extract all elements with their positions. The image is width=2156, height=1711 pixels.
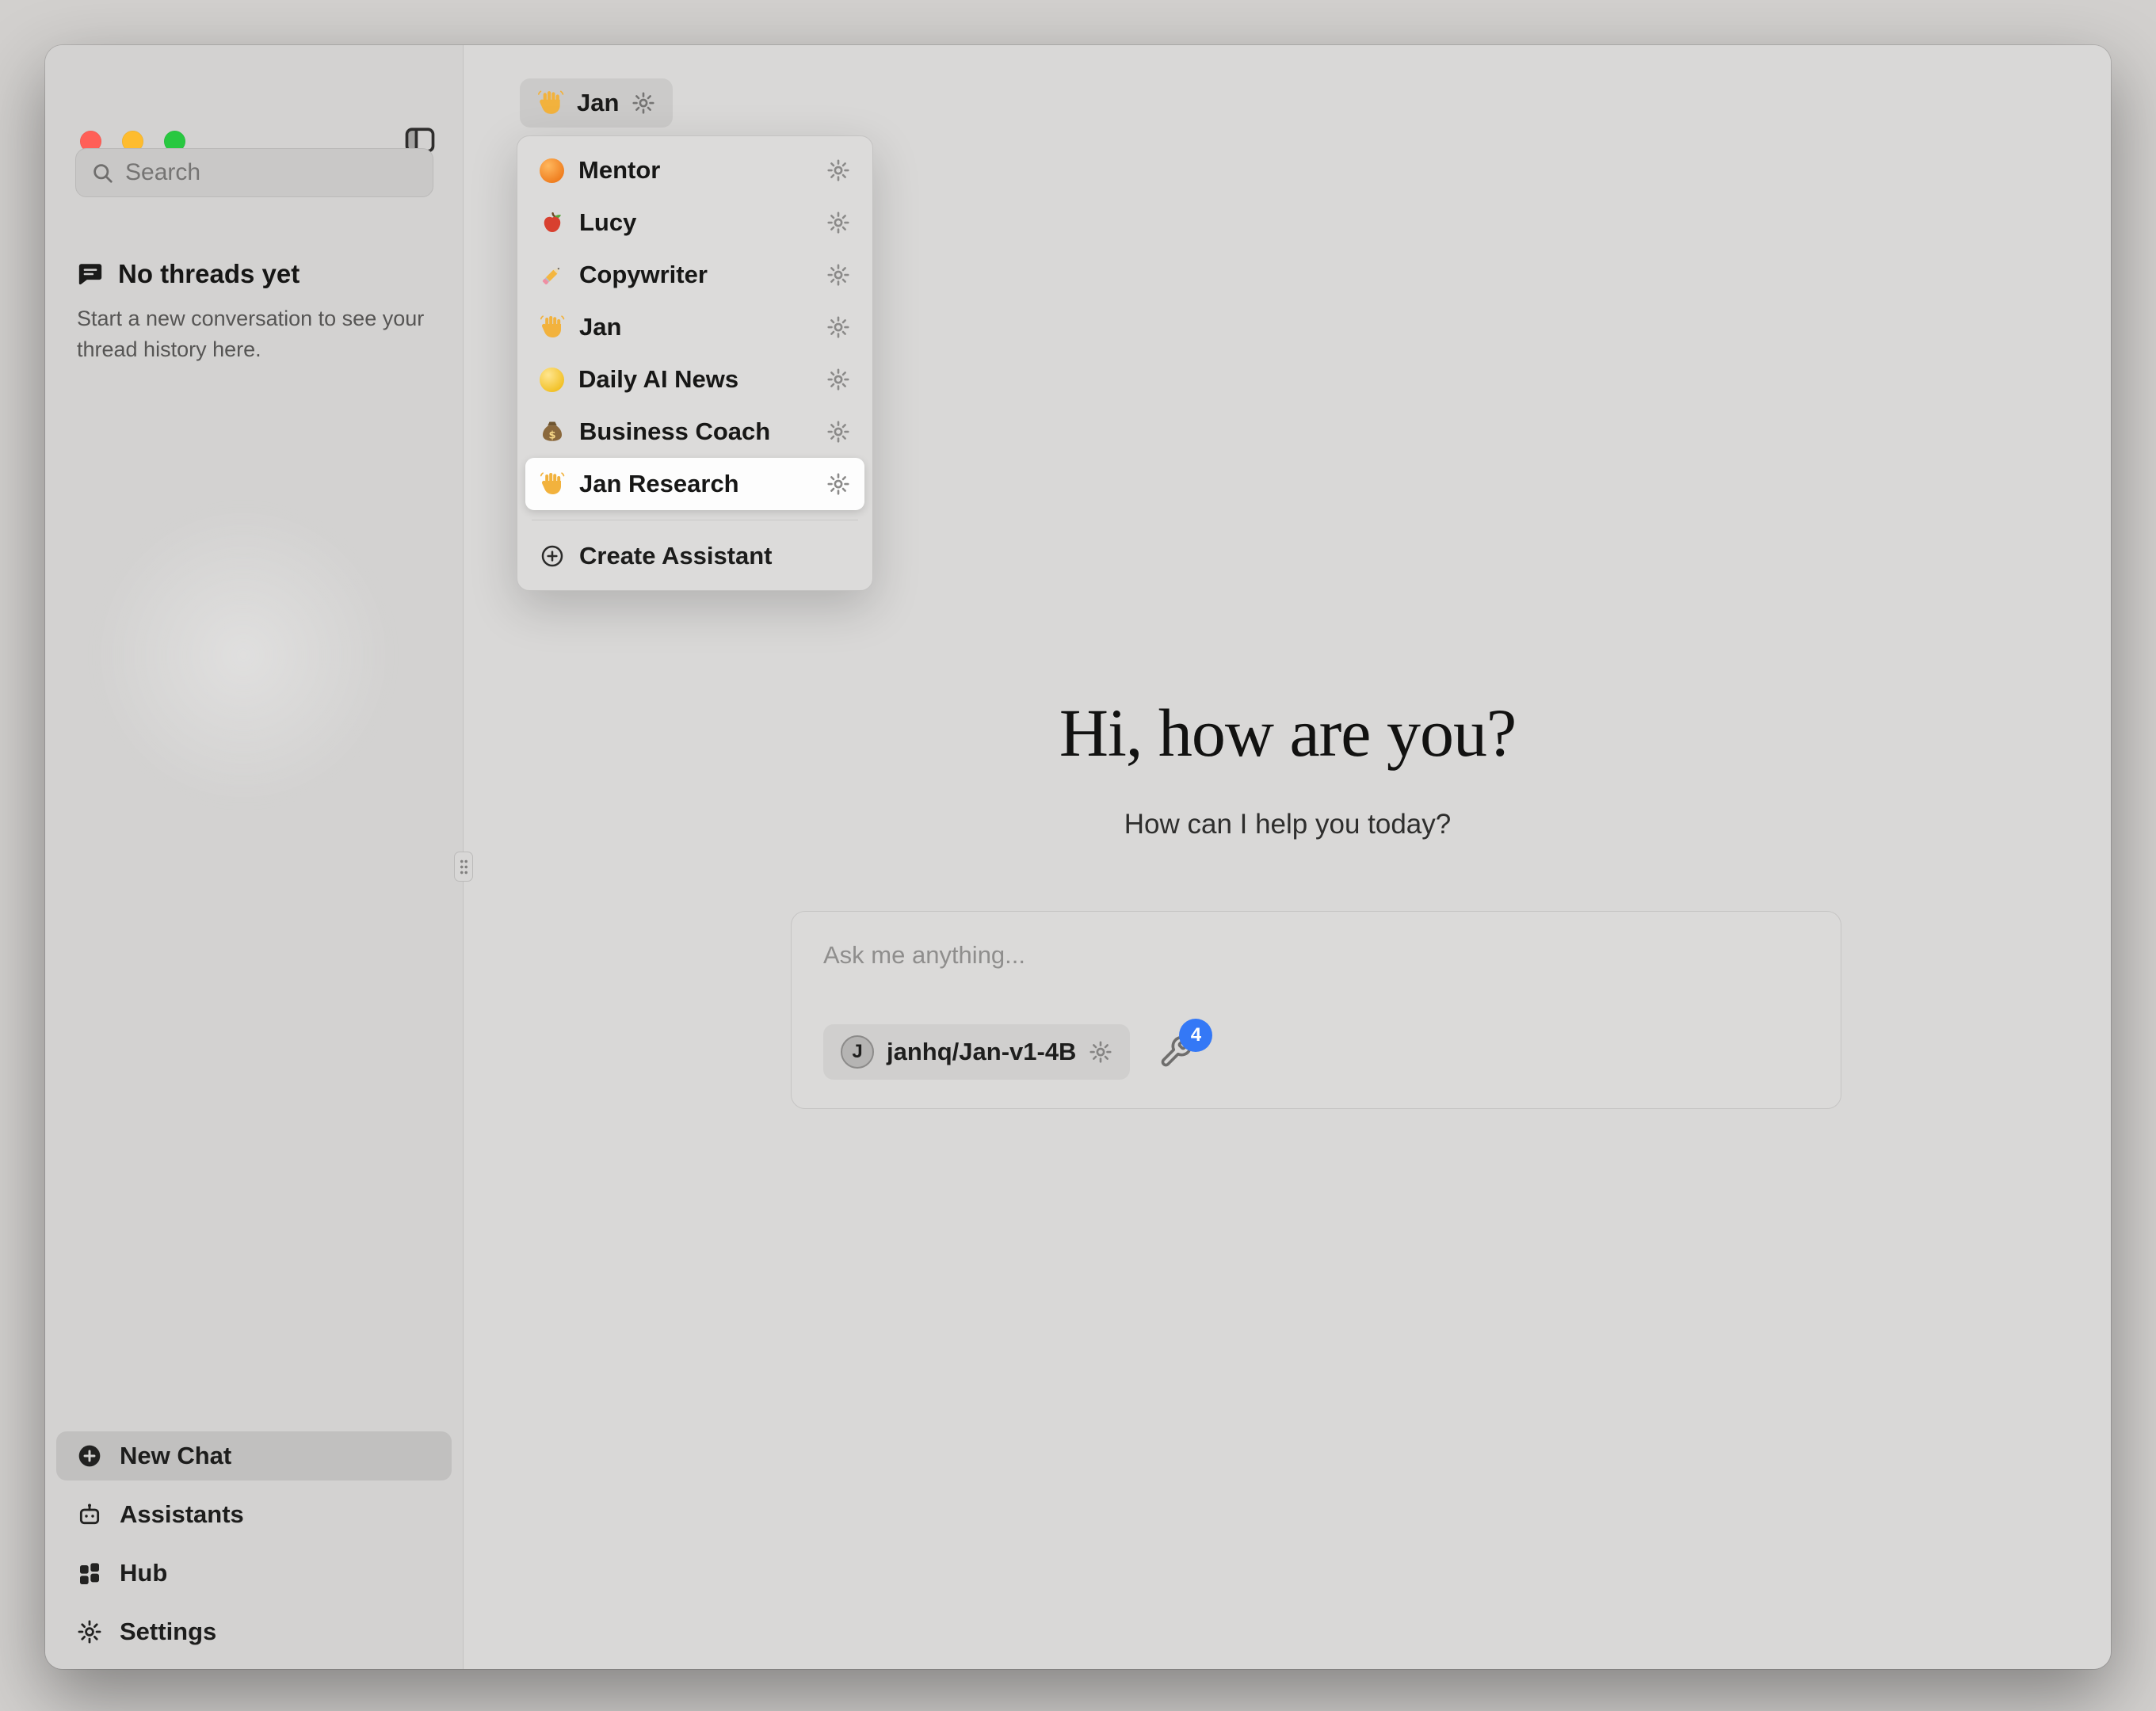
app-window: No threads yet Start a new conversation …: [45, 45, 2111, 1669]
assistant-bot-icon: [77, 1502, 102, 1527]
sidebar-item-hub[interactable]: Hub: [56, 1549, 452, 1598]
plus-circle-outline-icon: [540, 543, 565, 569]
gear-icon[interactable]: [632, 91, 655, 115]
wave-icon: [540, 471, 565, 497]
create-assistant-button[interactable]: Create Assistant: [525, 530, 864, 582]
gear-icon[interactable]: [826, 472, 850, 496]
greeting-block: Hi, how are you? How can I help you toda…: [464, 693, 2111, 840]
assistant-selector-button[interactable]: Jan: [520, 78, 673, 128]
plus-circle-icon: [77, 1443, 102, 1469]
hub-grid-icon: [77, 1560, 102, 1586]
gear-icon[interactable]: [826, 315, 850, 339]
model-avatar: J: [841, 1035, 874, 1069]
gear-icon[interactable]: [826, 263, 850, 287]
main-area: Jan Mentor Lucy Copywriter: [464, 45, 2111, 1669]
menu-item-label: Copywriter: [579, 261, 708, 289]
search-field: [75, 148, 433, 197]
sidebar-item-label: Hub: [120, 1559, 167, 1587]
assistant-menu-item-copywriter[interactable]: Copywriter: [525, 249, 864, 301]
sidebar-item-settings[interactable]: Settings: [56, 1607, 452, 1656]
threads-empty-state: No threads yet Start a new conversation …: [77, 259, 425, 365]
tools-button[interactable]: 4: [1157, 1033, 1195, 1071]
menu-item-label: Daily AI News: [578, 365, 738, 394]
assistant-menu-item-daily-ai-news[interactable]: Daily AI News: [525, 353, 864, 406]
apple-icon: [540, 210, 565, 235]
assistant-menu-item-business-coach[interactable]: Business Coach: [525, 406, 864, 458]
model-name: janhq/Jan-v1-4B: [887, 1038, 1076, 1066]
sidebar-item-assistants[interactable]: Assistants: [56, 1490, 452, 1539]
chat-composer: J janhq/Jan-v1-4B 4: [791, 911, 1841, 1109]
greeting-title: Hi, how are you?: [464, 693, 2111, 772]
message-square-icon: [77, 261, 104, 288]
orange-circle-icon: [540, 158, 564, 183]
menu-item-label: Lucy: [579, 208, 636, 237]
sidebar-item-label: New Chat: [120, 1442, 231, 1470]
create-assistant-label: Create Assistant: [579, 542, 773, 570]
tools-count-badge: 4: [1179, 1019, 1212, 1052]
model-selector-button[interactable]: J janhq/Jan-v1-4B: [823, 1024, 1130, 1080]
window-content: No threads yet Start a new conversation …: [45, 45, 2111, 1669]
assistant-selector-label: Jan: [577, 89, 619, 117]
chat-input[interactable]: [823, 940, 1809, 970]
sidebar-resize-handle[interactable]: [454, 852, 473, 882]
menu-item-label: Business Coach: [579, 417, 770, 446]
empty-state-description: Start a new conversation to see your thr…: [77, 303, 425, 365]
assistant-menu-item-lucy[interactable]: Lucy: [525, 196, 864, 249]
settings-gear-icon: [77, 1619, 102, 1644]
composer-toolbar: J janhq/Jan-v1-4B 4: [823, 1024, 1809, 1080]
sidebar-item-label: Assistants: [120, 1500, 244, 1529]
yellow-circle-icon: [540, 368, 564, 392]
gear-icon[interactable]: [826, 420, 850, 444]
sidebar: No threads yet Start a new conversation …: [45, 45, 464, 1669]
empty-state-title: No threads yet: [118, 259, 300, 289]
gear-icon[interactable]: [826, 211, 850, 234]
assistant-menu-item-mentor[interactable]: Mentor: [525, 144, 864, 196]
menu-item-label: Mentor: [578, 156, 660, 185]
sidebar-item-label: Settings: [120, 1618, 216, 1646]
gear-icon[interactable]: [826, 158, 850, 182]
wave-icon: [537, 90, 564, 116]
assistant-menu-item-jan-research[interactable]: Jan Research: [525, 458, 864, 510]
menu-item-label: Jan Research: [579, 470, 739, 498]
drag-dots-icon: [460, 859, 468, 875]
assistant-menu-item-jan[interactable]: Jan: [525, 301, 864, 353]
pencil-icon: [540, 262, 565, 288]
menu-item-label: Jan: [579, 313, 621, 341]
greeting-subtitle: How can I help you today?: [464, 809, 2111, 840]
money-bag-icon: [540, 419, 565, 444]
sidebar-nav: New Chat Assistants Hub Settings: [56, 1431, 452, 1656]
search-input[interactable]: [125, 159, 431, 186]
wave-icon: [540, 314, 565, 340]
assistant-menu: Mentor Lucy Copywriter Jan: [517, 135, 873, 591]
gear-icon[interactable]: [826, 368, 850, 391]
gear-icon[interactable]: [1089, 1040, 1112, 1064]
search-icon: [90, 161, 114, 185]
sidebar-item-new-chat[interactable]: New Chat: [56, 1431, 452, 1480]
